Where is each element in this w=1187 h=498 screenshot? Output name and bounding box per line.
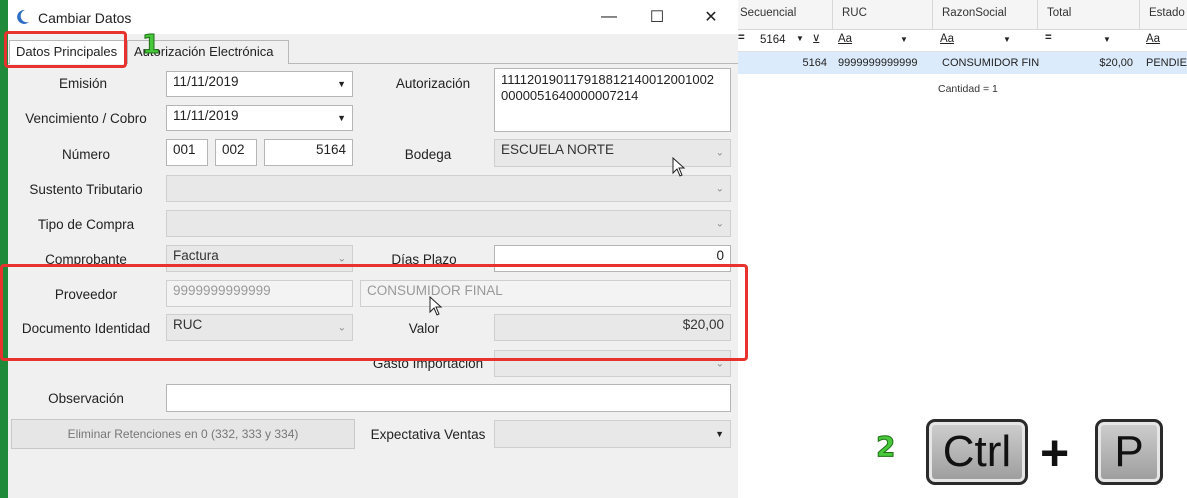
maximize-icon: ☐ <box>649 9 665 26</box>
row-estado: PENDIEN <box>1146 57 1187 69</box>
p-key-graphic: P <box>1095 419 1163 485</box>
grid-header: Secuencial RUC RazonSocial Total Estado <box>738 0 1187 30</box>
tipo-compra-combobox[interactable]: ⌄ <box>166 210 731 237</box>
serie2-input[interactable]: 002 <box>215 139 257 166</box>
dropdown-arrow-icon[interactable]: ▼ <box>1003 35 1011 44</box>
vencimiento-date-picker[interactable]: 11/11/2019 ▼ <box>166 105 353 131</box>
equals-operator-icon[interactable]: = <box>738 32 745 44</box>
tipo-compra-label: Tipo de Compra <box>37 217 135 232</box>
column-separator <box>1037 0 1038 30</box>
chevron-down-icon: ⌄ <box>715 218 724 229</box>
vencimiento-value: 11/11/2019 <box>173 108 239 123</box>
bodega-combobox[interactable]: ESCUELA NORTE ⌄ <box>494 139 731 167</box>
observacion-input[interactable] <box>166 384 731 412</box>
mouse-pointer-icon <box>429 296 443 316</box>
autorizacion-line2: 0000051640000007214 <box>501 88 639 103</box>
secuencial-filter-value[interactable]: 5164 <box>760 34 786 46</box>
tab-highlight-annotation <box>4 31 127 68</box>
title-bar: Cambiar Datos — ☐ ✕ <box>8 0 738 34</box>
column-separator <box>832 0 833 30</box>
record-count: Cantidad = 1 <box>938 83 998 95</box>
observacion-label: Observación <box>48 391 124 406</box>
step-1-annotation: 1 <box>141 30 161 61</box>
grid-footer: Cantidad = 1 <box>738 78 1187 100</box>
row-secuencial: 5164 <box>802 57 827 69</box>
total-filter-operator[interactable]: = <box>1045 32 1052 44</box>
plus-sign: + <box>1040 425 1070 481</box>
estado-filter-operator[interactable]: Aa <box>1146 33 1160 45</box>
minimize-icon: — <box>601 8 617 25</box>
razon-filter-operator[interactable]: Aa <box>940 33 954 45</box>
dropdown-arrow-icon: ▼ <box>715 429 724 439</box>
dropdown-arrow-icon[interactable]: ▼ <box>796 34 804 43</box>
grid-filter-row: = 5164 ▼ ⊻ Aa ▼ Aa ▼ = ▼ Aa <box>738 30 1187 52</box>
numero-label: Número <box>61 147 110 162</box>
close-button[interactable]: ✕ <box>688 0 734 34</box>
emision-label: Emisión <box>58 76 107 91</box>
column-header-secuencial[interactable]: Secuencial <box>740 7 796 19</box>
sustento-combobox[interactable]: ⌄ <box>166 175 731 202</box>
column-header-razonsocial[interactable]: RazonSocial <box>942 7 1007 19</box>
bodega-label: Bodega <box>404 147 452 162</box>
column-header-ruc[interactable]: RUC <box>842 7 867 19</box>
dropdown-arrow-icon[interactable]: ▼ <box>900 35 908 44</box>
secuencial-input[interactable]: 5164 <box>264 139 353 166</box>
proveedor-highlight-annotation <box>0 264 748 361</box>
row-total: $20,00 <box>1099 57 1133 69</box>
column-header-estado[interactable]: Estado <box>1149 7 1185 19</box>
autorizacion-line1: 111120190117918812140012001002 <box>501 72 715 87</box>
emision-value: 11/11/2019 <box>173 74 239 89</box>
table-row[interactable]: 5164 9999999999999 CONSUMIDOR FIN $20,00… <box>738 52 1187 74</box>
column-separator <box>1139 0 1140 30</box>
autorizacion-label: Autorización <box>395 76 471 91</box>
dropdown-arrow-icon: ▼ <box>337 79 346 89</box>
column-separator <box>932 0 933 30</box>
close-icon: ✕ <box>704 9 718 26</box>
chevron-down-icon: ⌄ <box>715 147 724 159</box>
vencimiento-label: Vencimiento / Cobro <box>25 111 147 126</box>
sustento-label: Sustento Tributario <box>29 182 143 197</box>
minimize-button[interactable]: — <box>586 0 632 34</box>
column-header-total[interactable]: Total <box>1047 7 1071 19</box>
mouse-pointer-icon <box>672 157 686 177</box>
emision-date-picker[interactable]: 11/11/2019 ▼ <box>166 71 353 97</box>
bodega-value: ESCUELA NORTE <box>501 142 615 157</box>
autorizacion-textbox[interactable]: 111120190117918812140012001002 000005164… <box>494 68 731 132</box>
app-moon-icon <box>17 9 29 24</box>
background-green-strip <box>0 0 8 498</box>
ctrl-key-graphic: Ctrl <box>926 419 1028 485</box>
row-ruc: 9999999999999 <box>838 57 918 69</box>
row-razonsocial: CONSUMIDOR FIN <box>942 57 1040 69</box>
chevron-down-icon: ⌄ <box>715 183 724 194</box>
window-title: Cambiar Datos <box>38 10 132 26</box>
dropdown-arrow-icon: ▼ <box>337 113 346 123</box>
eliminar-retenciones-button[interactable]: Eliminar Retenciones en 0 (332, 333 y 33… <box>11 419 355 449</box>
clear-filter-icon[interactable]: ⊻ <box>812 32 820 46</box>
comprobante-value: Factura <box>173 248 219 263</box>
cambiar-datos-dialog: Cambiar Datos — ☐ ✕ Datos Principales Au… <box>0 0 748 498</box>
maximize-button[interactable]: ☐ <box>634 0 680 34</box>
chevron-down-icon: ⌄ <box>337 253 346 264</box>
expectativa-ventas-combobox[interactable]: ▼ <box>494 420 731 448</box>
serie1-input[interactable]: 001 <box>166 139 208 166</box>
dropdown-arrow-icon[interactable]: ▼ <box>1103 35 1111 44</box>
expectativa-ventas-label: Expectativa Ventas <box>370 427 486 442</box>
ruc-filter-operator[interactable]: Aa <box>838 33 852 45</box>
step-2-annotation: 2 <box>875 430 896 464</box>
